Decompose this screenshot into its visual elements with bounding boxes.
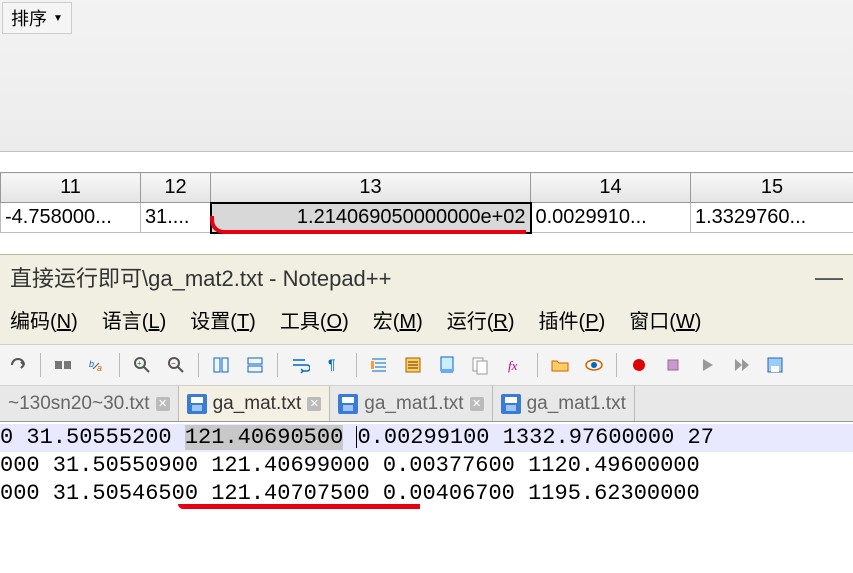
save-icon: [187, 394, 207, 414]
tab-label: ga_mat.txt: [213, 393, 302, 415]
tab-label: ~130sn20~30.txt: [8, 393, 150, 415]
spreadsheet-grid[interactable]: 11 12 13 14 15 -4.758000... 31.... 1.214…: [0, 172, 853, 234]
menu-plugins[interactable]: 插件(P): [539, 305, 606, 334]
editor-line: 0 31.50555200 121.40690500 0.00299100 13…: [0, 424, 853, 452]
svg-text:¶: ¶: [328, 356, 336, 372]
invisible-chars-icon[interactable]: ¶: [320, 351, 348, 379]
cell-selected[interactable]: 1.214069050000000e+02: [211, 203, 531, 233]
function-list-icon[interactable]: fx: [501, 351, 529, 379]
language-format-icon[interactable]: [399, 351, 427, 379]
sort-label: 排序: [11, 5, 47, 31]
zoom-in-icon[interactable]: +: [128, 351, 156, 379]
save-icon: [338, 394, 358, 414]
close-icon[interactable]: ✕: [156, 397, 170, 411]
menu-bar: 编码(N) 语言(L) 设置(T) 工具(O) 宏(M) 运行(R) 插件(P)…: [0, 299, 853, 344]
window-title: 直接运行即可\ga_mat2.txt - Notepad++: [10, 261, 392, 293]
play-multi-icon[interactable]: [727, 351, 755, 379]
save-macro-icon[interactable]: [761, 351, 789, 379]
menu-encoding[interactable]: 编码(N): [10, 305, 78, 334]
col-header-13[interactable]: 13: [211, 173, 531, 203]
sync-v-icon[interactable]: [207, 351, 235, 379]
play-macro-icon[interactable]: [693, 351, 721, 379]
menu-macro[interactable]: 宏(M): [373, 305, 423, 334]
cell[interactable]: -4.758000...: [1, 203, 141, 233]
cell[interactable]: 0.0029910...: [531, 203, 691, 233]
notepadpp-window: 直接运行即可\ga_mat2.txt - Notepad++ — 编码(N) 语…: [0, 254, 853, 510]
zoom-out-icon[interactable]: −: [162, 351, 190, 379]
editor-line: 000 31.50550900 121.40699000 0.00377600 …: [0, 452, 853, 480]
toolbar: ba + − ¶ fx: [0, 344, 853, 386]
redo-icon[interactable]: [4, 351, 32, 379]
col-header-15[interactable]: 15: [691, 173, 853, 203]
close-icon[interactable]: ✕: [470, 397, 484, 411]
replace-icon[interactable]: ba: [83, 351, 111, 379]
svg-text:+: +: [137, 359, 142, 368]
col-header-12[interactable]: 12: [141, 173, 211, 203]
dropdown-arrow-icon: ▼: [53, 13, 63, 24]
doc-list-icon[interactable]: [467, 351, 495, 379]
tab-label: ga_mat1.txt: [527, 393, 626, 415]
col-header-11[interactable]: 11: [1, 173, 141, 203]
svg-text:fx: fx: [508, 358, 518, 373]
menu-run[interactable]: 运行(R): [447, 305, 515, 334]
tab-bar: ~130sn20~30.txt ✕ ga_mat.txt ✕ ga_mat1.t…: [0, 386, 853, 422]
menu-tools[interactable]: 工具(O): [280, 305, 349, 334]
col-header-14[interactable]: 14: [531, 173, 691, 203]
table-row: -4.758000... 31.... 1.214069050000000e+0…: [1, 203, 853, 233]
save-icon: [501, 394, 521, 414]
tab-file-2[interactable]: ga_mat.txt ✕: [179, 386, 331, 421]
close-icon[interactable]: ✕: [307, 397, 321, 411]
folder-icon[interactable]: [546, 351, 574, 379]
svg-text:b: b: [89, 359, 94, 369]
sort-dropdown[interactable]: 排序 ▼: [2, 2, 72, 34]
menu-settings[interactable]: 设置(T): [190, 305, 256, 334]
find-icon[interactable]: [49, 351, 77, 379]
menu-language[interactable]: 语言(L): [102, 305, 166, 334]
minimize-button[interactable]: —: [815, 261, 843, 293]
cell[interactable]: 1.3329760...: [691, 203, 853, 233]
editor-area[interactable]: 0 31.50555200 121.40690500 0.00299100 13…: [0, 422, 853, 510]
tab-file-1[interactable]: ~130sn20~30.txt ✕: [0, 386, 179, 421]
header-row: 11 12 13 14 15: [1, 173, 853, 203]
top-toolbar: 排序 ▼: [0, 0, 853, 152]
record-macro-icon[interactable]: [625, 351, 653, 379]
wrap-icon[interactable]: [286, 351, 314, 379]
window-titlebar[interactable]: 直接运行即可\ga_mat2.txt - Notepad++ —: [0, 255, 853, 299]
svg-text:−: −: [171, 359, 176, 368]
menu-window[interactable]: 窗口(W): [629, 305, 701, 334]
monitor-icon[interactable]: [580, 351, 608, 379]
tab-file-3[interactable]: ga_mat1.txt ✕: [330, 386, 492, 421]
sync-h-icon[interactable]: [241, 351, 269, 379]
tab-file-4[interactable]: ga_mat1.txt: [493, 386, 635, 421]
stop-macro-icon[interactable]: [659, 351, 687, 379]
cell[interactable]: 31....: [141, 203, 211, 233]
indent-guide-icon[interactable]: [365, 351, 393, 379]
editor-line: 000 31.50546500 121.40707500 0.00406700 …: [0, 480, 853, 508]
doc-map-icon[interactable]: [433, 351, 461, 379]
tab-label: ga_mat1.txt: [364, 393, 463, 415]
